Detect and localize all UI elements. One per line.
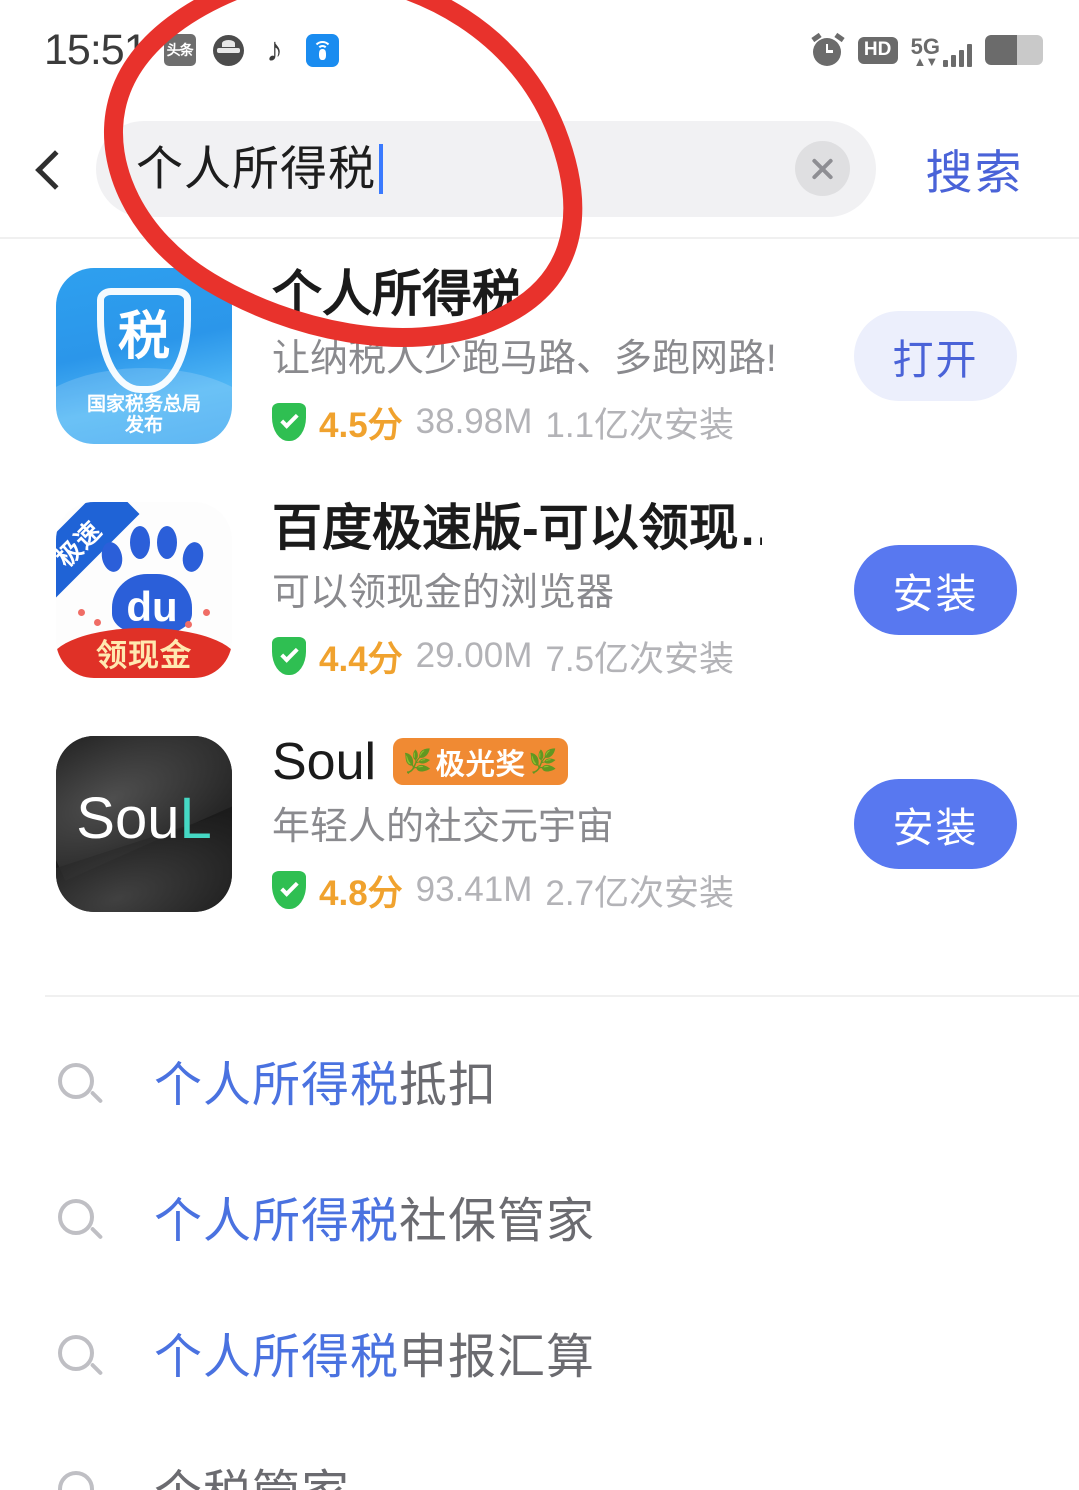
app-meta: 4.5分 38.98M 1.1亿次安装 [272,397,854,448]
soul-app-icon[interactable]: SouL [56,736,232,912]
baidu-du-glyph: du [126,583,178,630]
search-icon [56,1469,106,1490]
app-title: 个人所得税 [272,265,522,322]
app-rating: 4.5分 [319,405,403,445]
app-title: Soul [272,732,377,791]
award-badge: 🌿 极光奖 🌿 [393,738,569,785]
app-rating: 4.8分 [319,873,403,913]
app-subtitle: 年轻人的社交元宇宙 [272,805,615,848]
laurel-left-icon: 🌿 [403,748,433,774]
suggestion-label: 个税管家 [154,1466,350,1490]
search-input-value: 个人所得税 [136,141,376,195]
icon-publisher-text: 国家税务总局 发布 [86,394,201,436]
suggestion-item[interactable]: 个人所得税社保管家 [0,1154,1079,1290]
suggestion-item[interactable]: 个税管家 [0,1426,1079,1490]
search-icon [56,1061,106,1111]
app-store-search-screen: 15:51 头条 ♪ HD 5G ▲▼ 个人所得税 搜索 税 国家税务总局 发布… [0,0,1079,1490]
app-result-row[interactable]: 极速 du 领现金 百度极速版-可以领现… 可以领现金的浏览器 4.4分 29.… [0,473,1079,707]
app-installs: 7.5亿次安装 [545,639,735,679]
app-title-row: 百度极速版-可以领现… [272,499,854,557]
search-header: 个人所得税 搜索 [0,100,1079,239]
app-result-row[interactable]: SouL Soul 🌿 极光奖 🌿 年轻人的社交元宇宙 4.8分 93.41M … [0,707,1079,941]
toutiao-icon: 头条 [163,34,196,66]
wifi-hotspot-app-icon [305,33,339,67]
app-size: 93.41M [415,870,533,909]
app-info: Soul 🌿 极光奖 🌿 年轻人的社交元宇宙 4.8分 93.41M 2.7亿次… [232,733,854,916]
laurel-right-icon: 🌿 [528,748,559,774]
app-info: 个人所得税 让纳税人少跑马路、多跑网路! 4.5分 38.98M 1.1亿次安装 [232,265,854,448]
status-bar-left: 15:51 头条 ♪ [44,26,339,75]
douyin-note-icon: ♪ [266,31,284,69]
search-icon [56,1197,106,1247]
app-title-row: 个人所得税 [272,265,854,323]
app-meta: 4.8分 93.41M 2.7亿次安装 [272,865,854,916]
icon-banner-text: 领现金 [96,637,192,673]
search-suggestions-list: 个人所得税抵扣 个人所得税社保管家 个人所得税申报汇算 个税管家 [0,1018,1079,1490]
status-time: 15:51 [44,25,148,74]
app-installs: 2.7亿次安装 [545,873,735,913]
app-size: 38.98M [415,402,533,441]
back-button[interactable] [0,99,96,238]
soul-wordmark-accent: L [179,786,212,851]
status-bar: 15:51 头条 ♪ HD 5G ▲▼ [0,0,1079,100]
app-info: 百度极速版-可以领现… 可以领现金的浏览器 4.4分 29.00M 7.5亿次安… [232,499,854,682]
app-result-row[interactable]: 税 国家税务总局 发布 个人所得税 让纳税人少跑马路、多跑网路! 4.5分 38… [0,239,1079,473]
suggestion-label: 个人所得税申报汇算 [154,1331,596,1384]
green-shield-check-icon [272,637,306,675]
open-button[interactable]: 打开 [854,311,1017,401]
status-bar-right: HD 5G ▲▼ [811,32,1043,68]
app-installs: 1.1亿次安装 [545,405,735,445]
personal-income-tax-app-icon[interactable]: 税 国家税务总局 发布 [56,268,232,444]
app-rating: 4.4分 [319,639,403,679]
search-button[interactable]: 搜索 [876,134,1079,203]
suggestion-item[interactable]: 个人所得税申报汇算 [0,1290,1079,1426]
app-meta: 4.4分 29.00M 7.5亿次安装 [272,631,854,682]
search-icon [56,1333,106,1383]
green-shield-check-icon [272,403,306,441]
alarm-clock-icon [811,32,845,67]
tax-glyph: 税 [117,308,170,366]
chevron-left-icon [37,149,59,189]
suggestion-label: 个人所得税抵扣 [154,1059,498,1112]
award-badge-label: 极光奖 [435,748,526,781]
5g-signal-icon: 5G ▲▼ [911,33,972,68]
suggestion-label: 个人所得税社保管家 [154,1195,596,1248]
hamburger-app-icon [212,34,244,66]
app-size: 29.00M [415,636,533,675]
hd-call-icon: HD [857,36,898,64]
soul-wordmark: Sou [76,786,180,851]
text-cursor [379,143,383,194]
install-button[interactable]: 安装 [854,545,1017,635]
clear-icon[interactable] [795,141,850,196]
app-results-list: 税 国家税务总局 发布 个人所得税 让纳税人少跑马路、多跑网路! 4.5分 38… [0,239,1079,941]
section-divider [45,995,1079,997]
green-shield-check-icon [272,871,306,909]
app-title: 百度极速版-可以领现… [272,499,762,556]
app-title-row: Soul 🌿 极光奖 🌿 [272,733,854,791]
baidu-lite-app-icon[interactable]: 极速 du 领现金 [56,502,232,678]
search-input[interactable]: 个人所得税 [96,120,876,217]
suggestion-item[interactable]: 个人所得税抵扣 [0,1018,1079,1154]
app-subtitle: 可以领现金的浏览器 [272,571,615,614]
battery-icon [985,35,1043,65]
app-subtitle: 让纳税人少跑马路、多跑网路! [272,337,777,380]
install-button[interactable]: 安装 [854,779,1017,869]
